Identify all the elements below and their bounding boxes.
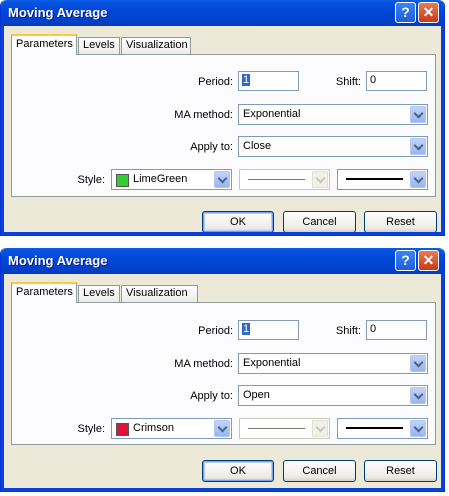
apply-to-select[interactable]: Close [238,136,428,157]
period-label: Period: [198,76,233,88]
chevron-down-icon[interactable] [214,420,230,437]
shift-value: 0 [370,323,377,335]
apply-to-value: Close [243,140,272,152]
line-width-sample [346,427,403,429]
shift-label: Shift: [335,76,361,88]
help-icon[interactable]: ? [395,2,416,23]
style-label: Style: [77,174,105,186]
window-border-right [441,26,444,235]
apply-to-select[interactable]: Open [238,385,428,406]
chevron-down-icon[interactable] [410,355,426,372]
title-bar[interactable]: Moving Average ? ✕ [1,248,444,274]
line-width-sample [346,178,403,180]
style-color-select[interactable]: Crimson [111,418,232,439]
tab-parameters[interactable]: Parameters [11,282,77,303]
chevron-down-icon[interactable] [214,171,230,188]
period-value: 1 [242,74,251,86]
tab-visualization[interactable]: Visualization [121,285,198,302]
style-color-value: Crimson [133,422,174,434]
window-title: Moving Average [8,253,108,268]
period-label: Period: [198,325,233,337]
window-border-left [1,26,4,235]
moving-average-dialog-1: Moving Average ? ✕ Parameters Levels Vis… [0,0,445,236]
style-color-select[interactable]: LimeGreen [111,169,232,190]
chevron-down-icon [312,420,328,437]
chevron-down-icon[interactable] [410,138,426,155]
apply-to-label: Apply to: [190,390,233,402]
chevron-down-icon [312,171,328,188]
tab-levels[interactable]: Levels [78,37,120,54]
color-swatch [116,423,129,436]
shift-value: 0 [370,74,377,86]
ma-method-select[interactable]: Exponential [238,104,428,125]
color-swatch [116,174,129,187]
shift-input[interactable]: 0 [366,320,427,340]
window-border-right [441,274,444,491]
window-border-bottom [1,232,444,235]
help-icon[interactable]: ? [395,250,416,271]
apply-to-label: Apply to: [190,141,233,153]
tab-levels[interactable]: Levels [78,285,120,302]
ok-button[interactable]: OK [202,211,274,233]
close-icon[interactable]: ✕ [418,2,439,23]
style-color-value: LimeGreen [133,173,188,185]
moving-average-dialog-2: Moving Average ? ✕ Parameters Levels Vis… [0,248,445,492]
cancel-button[interactable]: Cancel [283,211,356,233]
tab-visualization[interactable]: Visualization [121,37,191,54]
tab-parameters[interactable]: Parameters [11,34,77,55]
chevron-down-icon[interactable] [410,387,426,404]
line-style-select [239,169,330,190]
ma-method-label: MA method: [174,358,233,370]
chevron-down-icon[interactable] [410,106,426,123]
line-style-sample [248,428,305,429]
title-bar[interactable]: Moving Average ? ✕ [1,0,444,26]
window-title: Moving Average [8,5,108,20]
ma-method-value: Exponential [243,357,301,369]
period-value: 1 [242,323,251,335]
window-border-bottom [1,488,444,491]
ma-method-select[interactable]: Exponential [238,353,428,374]
ma-method-label: MA method: [174,109,233,121]
period-input[interactable]: 1 [238,71,299,91]
ma-method-value: Exponential [243,108,301,120]
chevron-down-icon[interactable] [410,171,426,188]
window-border-left [1,274,4,491]
ok-button[interactable]: OK [202,460,274,482]
chevron-down-icon[interactable] [410,420,426,437]
line-width-select[interactable] [337,169,428,190]
apply-to-value: Open [243,389,270,401]
line-style-select [239,418,330,439]
reset-button[interactable]: Reset [364,211,437,233]
shift-label: Shift: [335,325,361,337]
reset-button[interactable]: Reset [364,460,437,482]
cancel-button[interactable]: Cancel [283,460,356,482]
period-input[interactable]: 1 [238,320,299,340]
line-style-sample [248,179,305,180]
style-label: Style: [77,423,105,435]
line-width-select[interactable] [337,418,428,439]
shift-input[interactable]: 0 [366,71,427,91]
close-icon[interactable]: ✕ [418,250,439,271]
